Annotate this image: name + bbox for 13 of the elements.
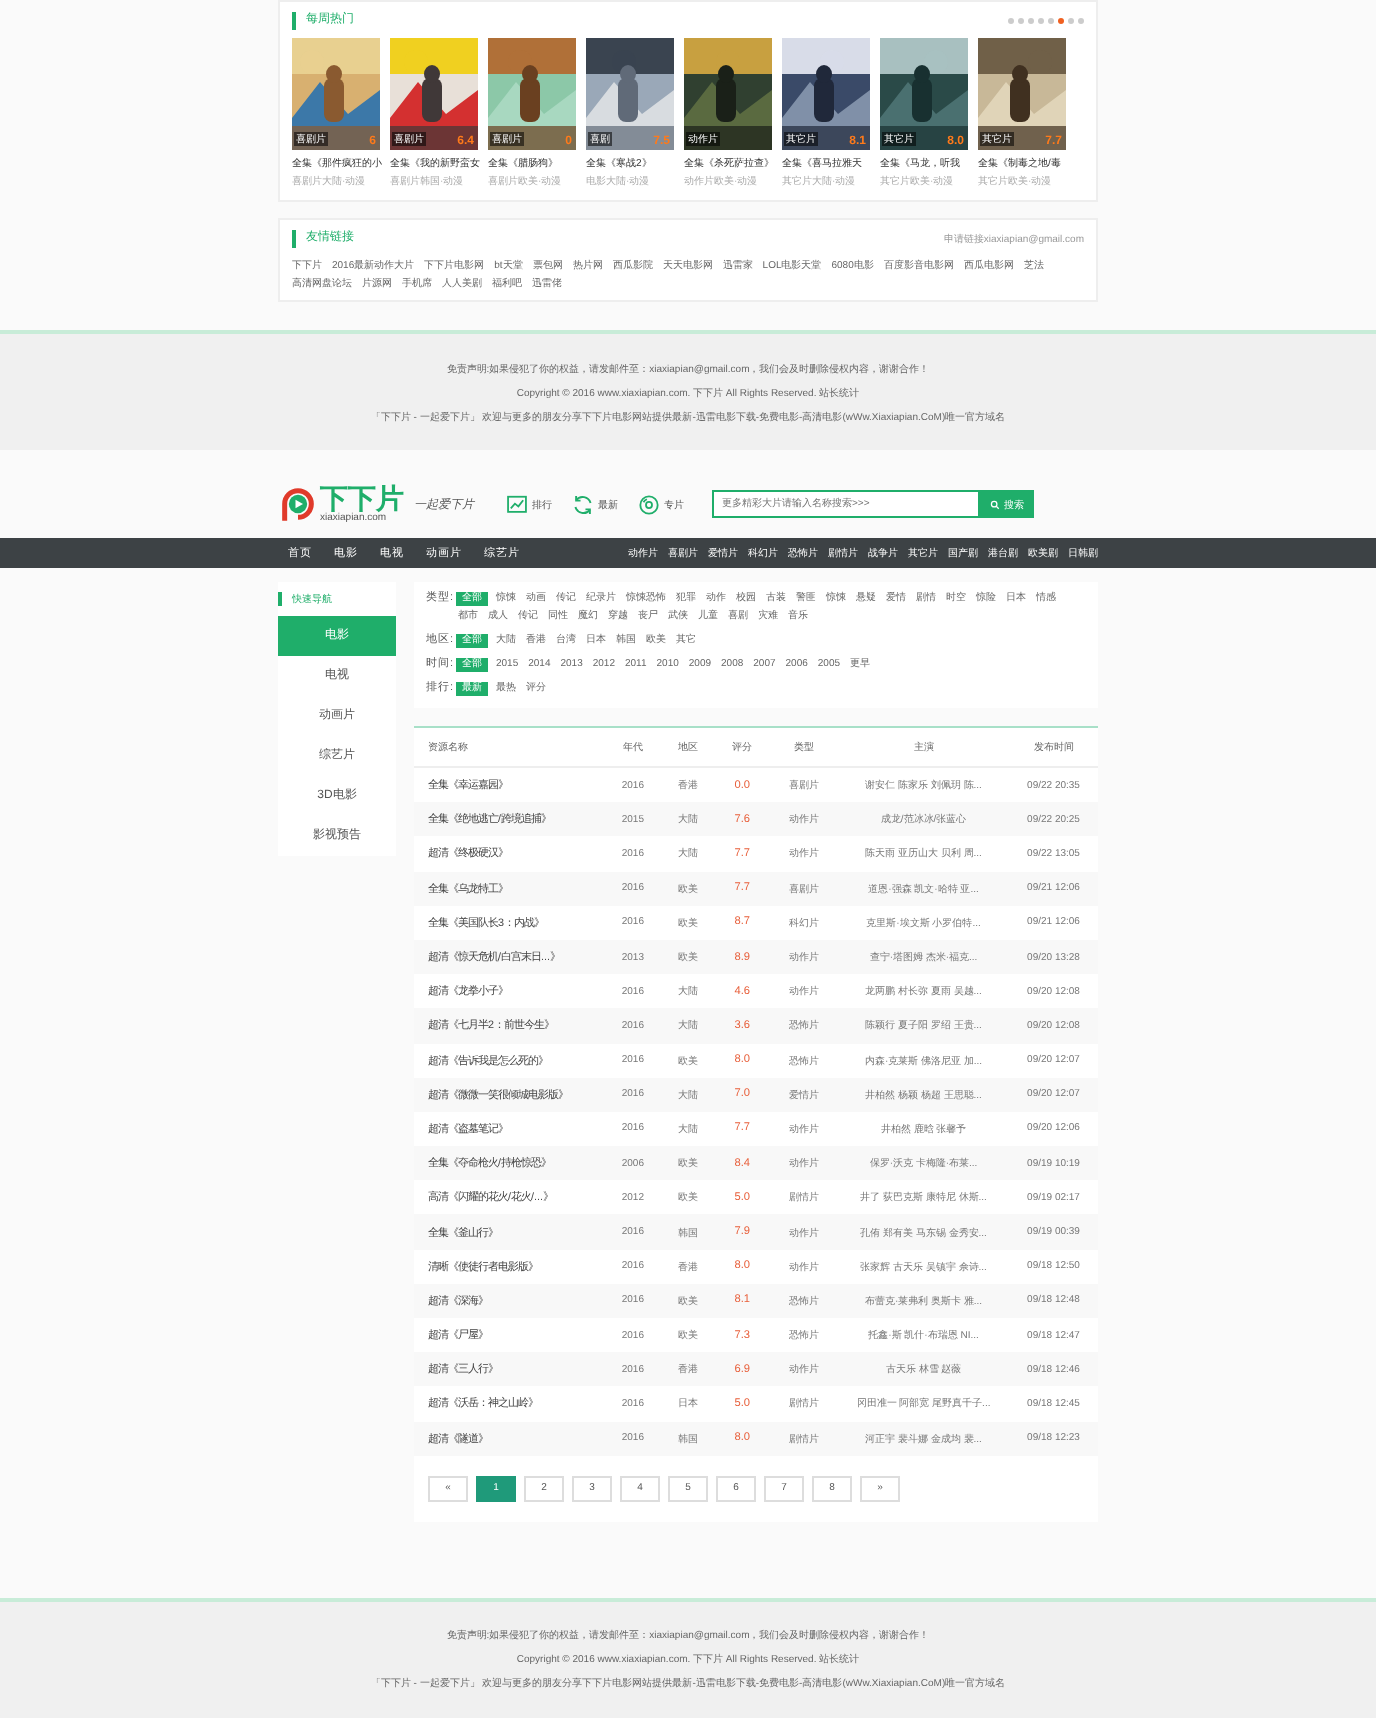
carousel-dot[interactable] <box>1078 17 1084 23</box>
search-icon <box>990 499 1000 509</box>
carousel-dot[interactable] <box>1018 17 1024 23</box>
carousel-dot[interactable] <box>1068 17 1074 23</box>
carousel-dot[interactable] <box>1028 17 1034 23</box>
disc-icon <box>638 493 660 515</box>
play-logo-icon <box>278 484 318 524</box>
chart-icon <box>506 493 528 515</box>
carousel-dot[interactable] <box>1048 17 1054 23</box>
carousel-dot[interactable] <box>1058 17 1064 23</box>
refresh-icon <box>572 493 594 515</box>
carousel-dot[interactable] <box>1008 17 1014 23</box>
carousel-dot[interactable] <box>1038 17 1044 23</box>
